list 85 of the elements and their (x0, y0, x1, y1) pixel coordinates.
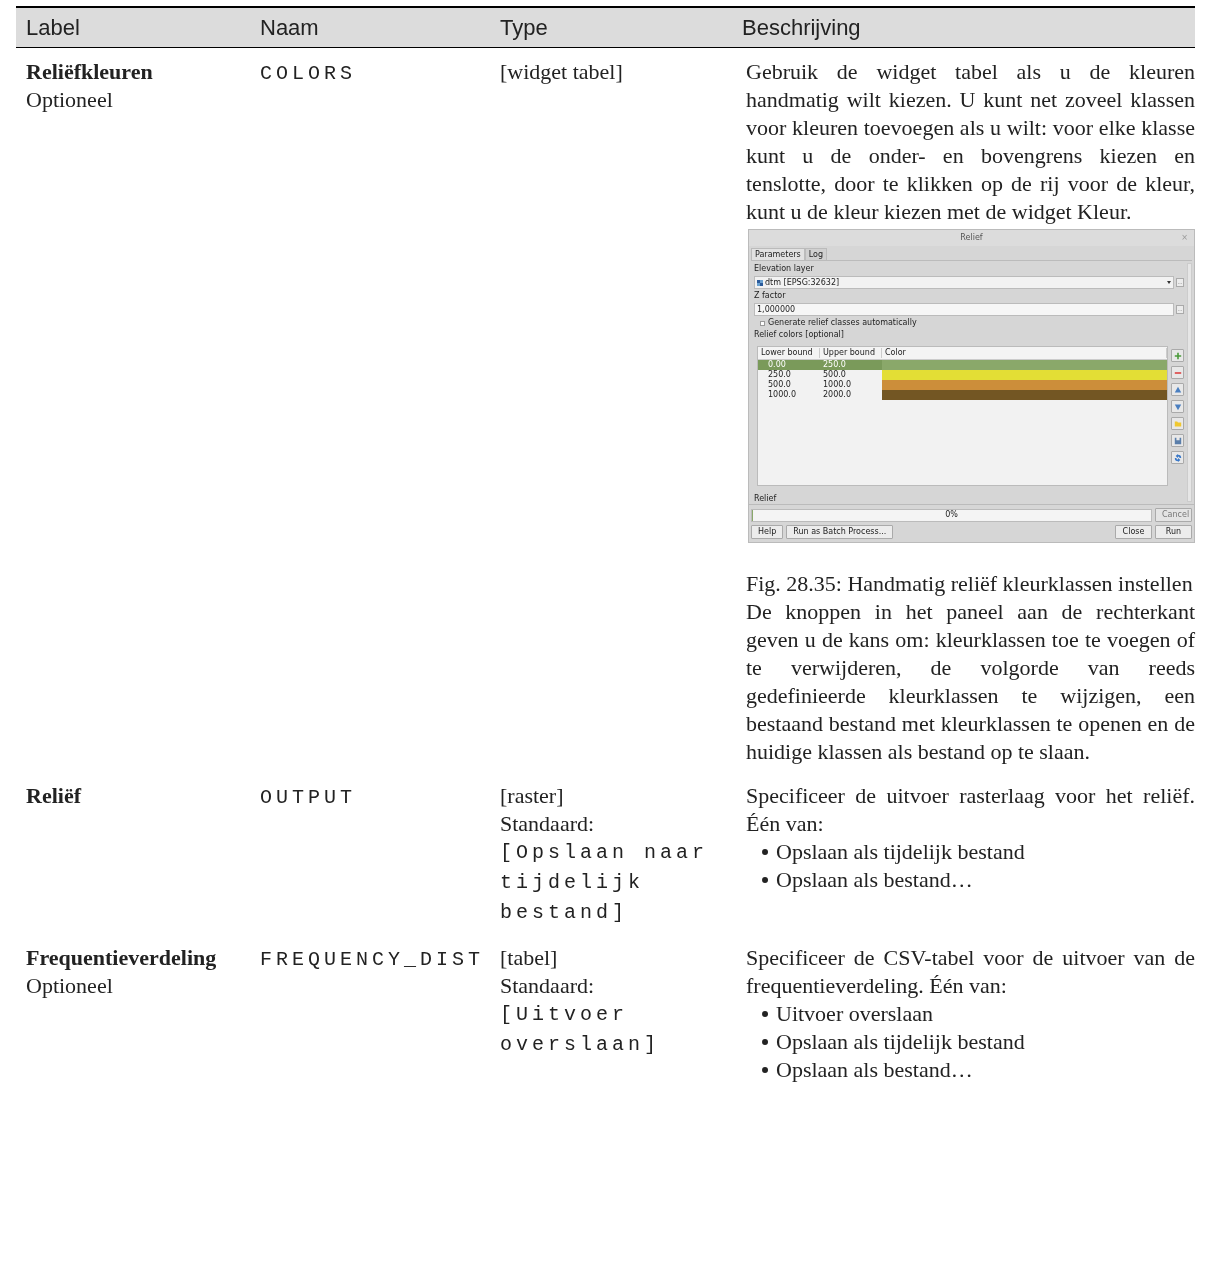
column-header: Label (25, 14, 81, 42)
field-label: Z factor (754, 291, 787, 301)
checkbox[interactable] (760, 320, 765, 326)
number-field[interactable]: 1,000000 (754, 303, 1174, 316)
refresh-icon (1173, 453, 1182, 462)
up-arrow-button[interactable] (1171, 383, 1184, 396)
list-item: Opslaan als tijdelijk bestand (776, 838, 1025, 866)
folder-icon (1173, 419, 1182, 428)
table-row[interactable]: 250.0 500.0 (758, 370, 1167, 380)
bullet-icon (762, 1011, 768, 1017)
dialog-tab[interactable]: Parameters (751, 248, 805, 260)
description-text: Specificeer de uitvoer rasterlaag voor het reliëf. Één van: (746, 782, 1195, 838)
parameter-type: [widget tabel] (500, 58, 624, 86)
up-arrow-icon (1173, 385, 1182, 394)
raster-layer-icon (757, 279, 763, 286)
table-cell-text: 500.0 (767, 380, 792, 390)
caret-icon (1167, 281, 1171, 284)
optional-note: Optioneel (26, 972, 114, 1000)
parameter-label: Reliëf (26, 782, 83, 810)
column-header: Color (882, 348, 1167, 358)
bullet-icon (762, 1067, 768, 1073)
table-cell-text: 1000.0 (767, 390, 797, 400)
list-item: Opslaan als bestand… (776, 866, 973, 894)
parameter-label: Reliëfkleuren (26, 58, 154, 86)
down-arrow-icon (1173, 402, 1182, 411)
default-value: [Uitvoer overslaan] (500, 1002, 662, 1058)
table-cell-text: 2000.0 (822, 390, 852, 400)
column-header: Upper bound (820, 348, 882, 358)
description-text: Gebruik de widget tabel als u de kleuren handmatig wilt kiezen. U kunt net zoveel klassen voor kleuren toevoegen als u wilt: voor elke klasse kunt u de onder- en bovengrens kiezen en tenslotte, door te klikken op de rij voor de kleur, kunt u de kleur kiezen met de widget Kleur. (746, 58, 1195, 226)
dialog-button[interactable]: Close (1115, 525, 1152, 539)
add-icon (1173, 351, 1182, 360)
dialog-button[interactable]: Run (1155, 525, 1192, 539)
refresh-button[interactable] (1171, 451, 1184, 464)
field-label: Relief (754, 494, 778, 504)
dialog-button[interactable]: Run as Batch Process... (786, 525, 894, 539)
column-header: Naam (259, 14, 320, 42)
progress-reading: 0% (945, 510, 958, 520)
bullet-icon (762, 849, 768, 855)
table-row[interactable]: 1000.0 2000.0 (758, 390, 1167, 400)
parameter-label: Frequentieverdeling (26, 944, 218, 972)
layer-dropdown[interactable]: dtm [EPSG:32632] (754, 276, 1174, 289)
description-text: Specificeer de CSV-tabel voor de uitvoer van de frequentieverdeling. Één van: (746, 944, 1195, 1000)
add-button[interactable] (1171, 349, 1184, 362)
parameter-name: FREQUENCY_DIST (260, 948, 485, 971)
save-button[interactable] (1171, 434, 1184, 447)
list-item: Uitvoer overslaan (776, 1000, 933, 1028)
column-header: Beschrijving (741, 14, 862, 42)
dialog-button[interactable]: Help (751, 525, 784, 539)
color-swatch[interactable] (882, 380, 1167, 390)
color-swatch[interactable] (882, 360, 1167, 370)
table-cell-text: 1000.0 (822, 380, 852, 390)
parameter-name: COLORS (260, 62, 356, 85)
save-icon (1173, 436, 1182, 445)
down-arrow-button[interactable] (1171, 400, 1184, 413)
bullet-icon (762, 877, 768, 883)
scrollbar[interactable] (1187, 263, 1192, 502)
optional-note: Optioneel (26, 86, 114, 114)
field-label: Relief colors [optional] (754, 330, 845, 340)
table-cell-text: 0.00 (767, 360, 787, 370)
column-header: Lower bound (758, 348, 820, 358)
parameter-type: [tabel] (500, 944, 559, 972)
list-item: Opslaan als tijdelijk bestand (776, 1028, 1025, 1056)
color-swatch[interactable] (882, 390, 1167, 400)
dropdown-value: dtm [EPSG:32632] (765, 277, 841, 288)
field-label: Elevation layer (754, 264, 815, 274)
parameter-name: OUTPUT (260, 786, 356, 809)
color-swatch[interactable] (882, 370, 1167, 380)
table-cell-text: 250.0 (767, 370, 792, 380)
description-text: De knoppen in het paneel aan de rechterkant geven u de kans om: kleurklassen toe te voegen of te verwijderen, de volgorde van reeds gedefinieerde kleurklassen te wijzigen, een bestaand bestand met kleurklassen te openen en de huidige klassen als bestand op te slaan. (746, 598, 1195, 766)
table-cell-text: 250.0 (822, 360, 847, 370)
default-label: Standaard: (500, 810, 596, 838)
figure-caption: Fig. 28.35: Handmatig reliëf kleurklassen instellen (746, 570, 1194, 598)
parameter-type: [raster] (500, 782, 565, 810)
table-cell-text: 500.0 (822, 370, 847, 380)
default-label: Standaard: (500, 972, 596, 1000)
bullet-icon (762, 1039, 768, 1045)
remove-button[interactable] (1171, 366, 1184, 379)
folder-button[interactable] (1171, 417, 1184, 430)
column-header: Type (499, 14, 549, 42)
table-row[interactable]: 500.0 1000.0 (758, 380, 1167, 390)
default-value: [Opslaan naar tijdelijk bestand] (500, 840, 710, 926)
list-item: Opslaan als bestand… (776, 1056, 973, 1084)
checkbox-label: Generate relief classes automatically (768, 318, 917, 328)
dialog-title: Relief (960, 233, 983, 243)
dialog-tab[interactable]: Log (804, 248, 828, 260)
